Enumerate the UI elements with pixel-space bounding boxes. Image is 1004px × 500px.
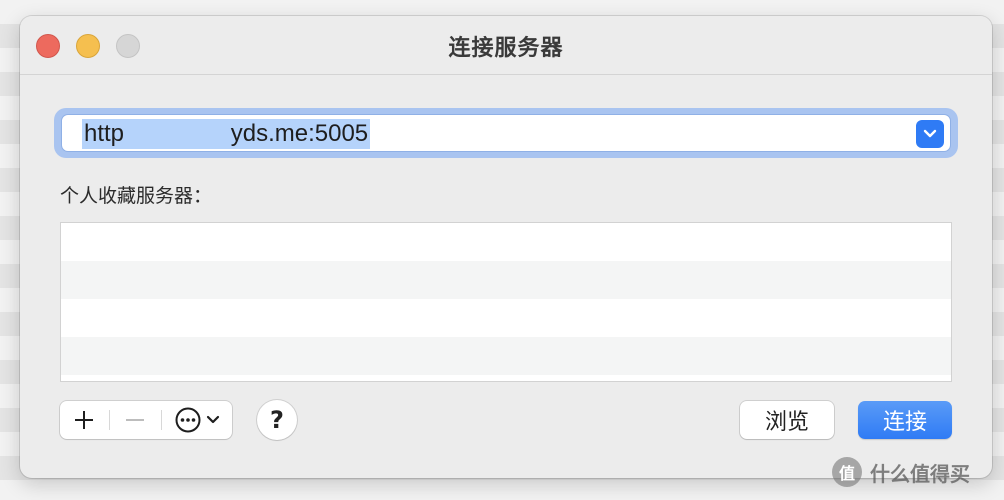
server-address-text[interactable]: http yds.me:5005 (82, 119, 371, 149)
more-options-button[interactable] (162, 401, 232, 439)
server-address-field[interactable]: http yds.me:5005 (61, 114, 951, 152)
chevron-down-icon (206, 415, 220, 424)
favorites-segmented-control (60, 401, 232, 439)
favorites-label: 个人收藏服务器： (60, 185, 213, 207)
list-item[interactable] (61, 299, 951, 337)
connect-server-dialog: 连接服务器 http yds.me:5005 个人收藏服务器： ? 浏览 连接 (20, 16, 992, 478)
history-dropdown-button[interactable] (916, 120, 944, 148)
connect-button[interactable]: 连接 (858, 401, 952, 439)
list-item[interactable] (61, 261, 951, 299)
window-title: 连接服务器 (448, 36, 564, 61)
list-item[interactable] (61, 223, 951, 261)
help-button[interactable]: ? (257, 400, 297, 440)
watermark-text: 什么值得买 (870, 461, 970, 486)
chevron-down-icon (923, 129, 937, 138)
watermark: 值 什么值得买 (832, 452, 970, 492)
add-favorite-button[interactable] (60, 401, 108, 439)
minus-icon (126, 419, 144, 421)
ellipsis-circle-icon (175, 407, 201, 433)
plus-icon (75, 411, 93, 429)
list-item[interactable] (61, 337, 951, 375)
browse-button[interactable]: 浏览 (740, 401, 834, 439)
favorites-list[interactable] (60, 222, 952, 382)
title-bar: 连接服务器 (20, 16, 992, 75)
remove-favorite-button[interactable] (110, 401, 160, 439)
watermark-logo: 值 (832, 457, 862, 487)
